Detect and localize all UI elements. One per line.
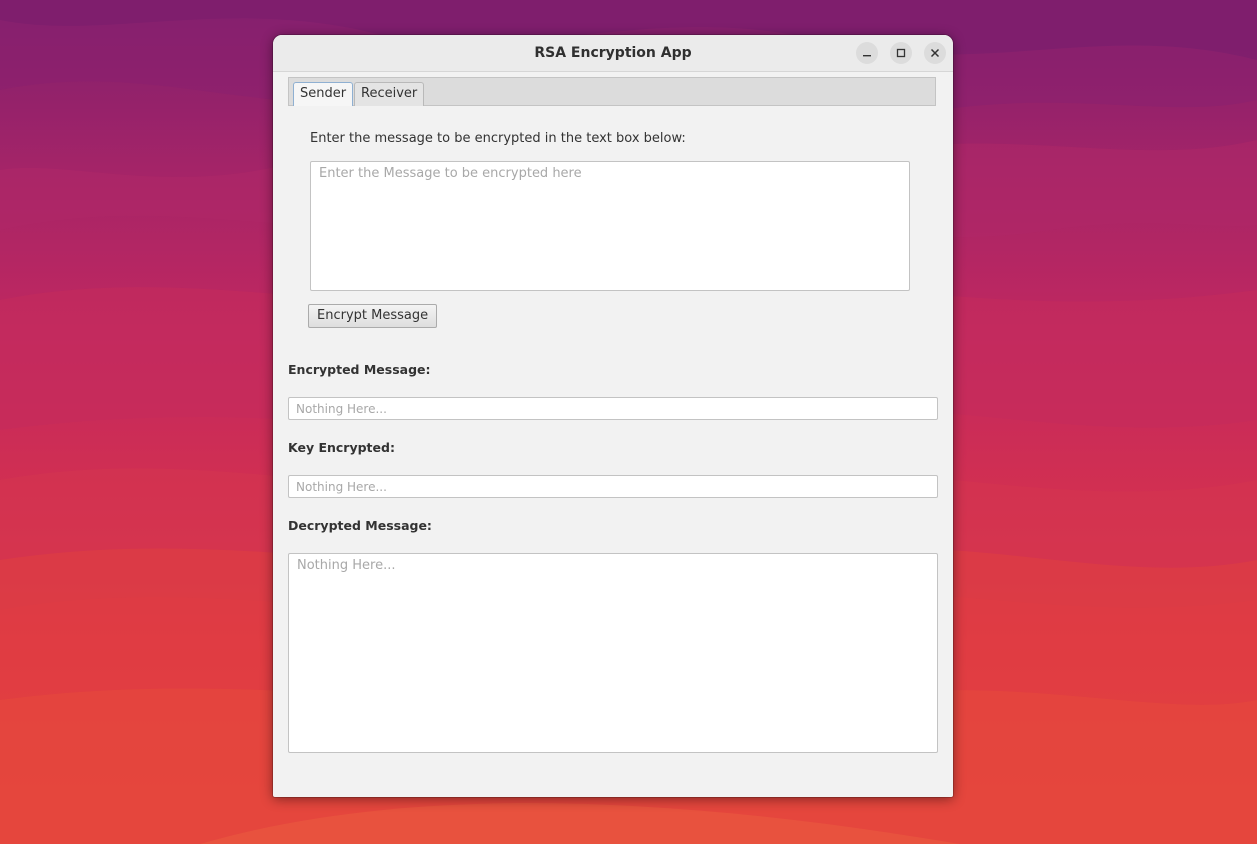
encrypt-message-button[interactable]: Encrypt Message [308, 304, 438, 328]
encrypted-message-label: Encrypted Message: [288, 362, 431, 377]
decrypted-message-field[interactable] [288, 553, 938, 753]
decrypted-message-label: Decrypted Message: [288, 518, 432, 533]
minimize-icon [863, 55, 871, 57]
tab-sender[interactable]: Sender [293, 82, 354, 106]
message-instruction-label: Enter the message to be encrypted in the… [310, 131, 686, 146]
key-encrypted-field[interactable] [288, 475, 938, 498]
message-input[interactable] [310, 161, 910, 291]
close-icon [930, 48, 940, 58]
window-title: RSA Encryption App [534, 45, 692, 61]
maximize-icon [896, 48, 906, 58]
app-window: RSA Encryption App Sender Receiver Enter… [273, 35, 953, 797]
tab-receiver[interactable]: Receiver [354, 82, 425, 106]
tab-bar: Sender Receiver [288, 77, 936, 106]
minimize-button[interactable] [856, 42, 878, 64]
encrypted-message-field[interactable] [288, 397, 938, 420]
close-button[interactable] [924, 42, 946, 64]
key-encrypted-label: Key Encrypted: [288, 440, 395, 455]
title-bar[interactable]: RSA Encryption App [273, 35, 953, 72]
maximize-button[interactable] [890, 42, 912, 64]
